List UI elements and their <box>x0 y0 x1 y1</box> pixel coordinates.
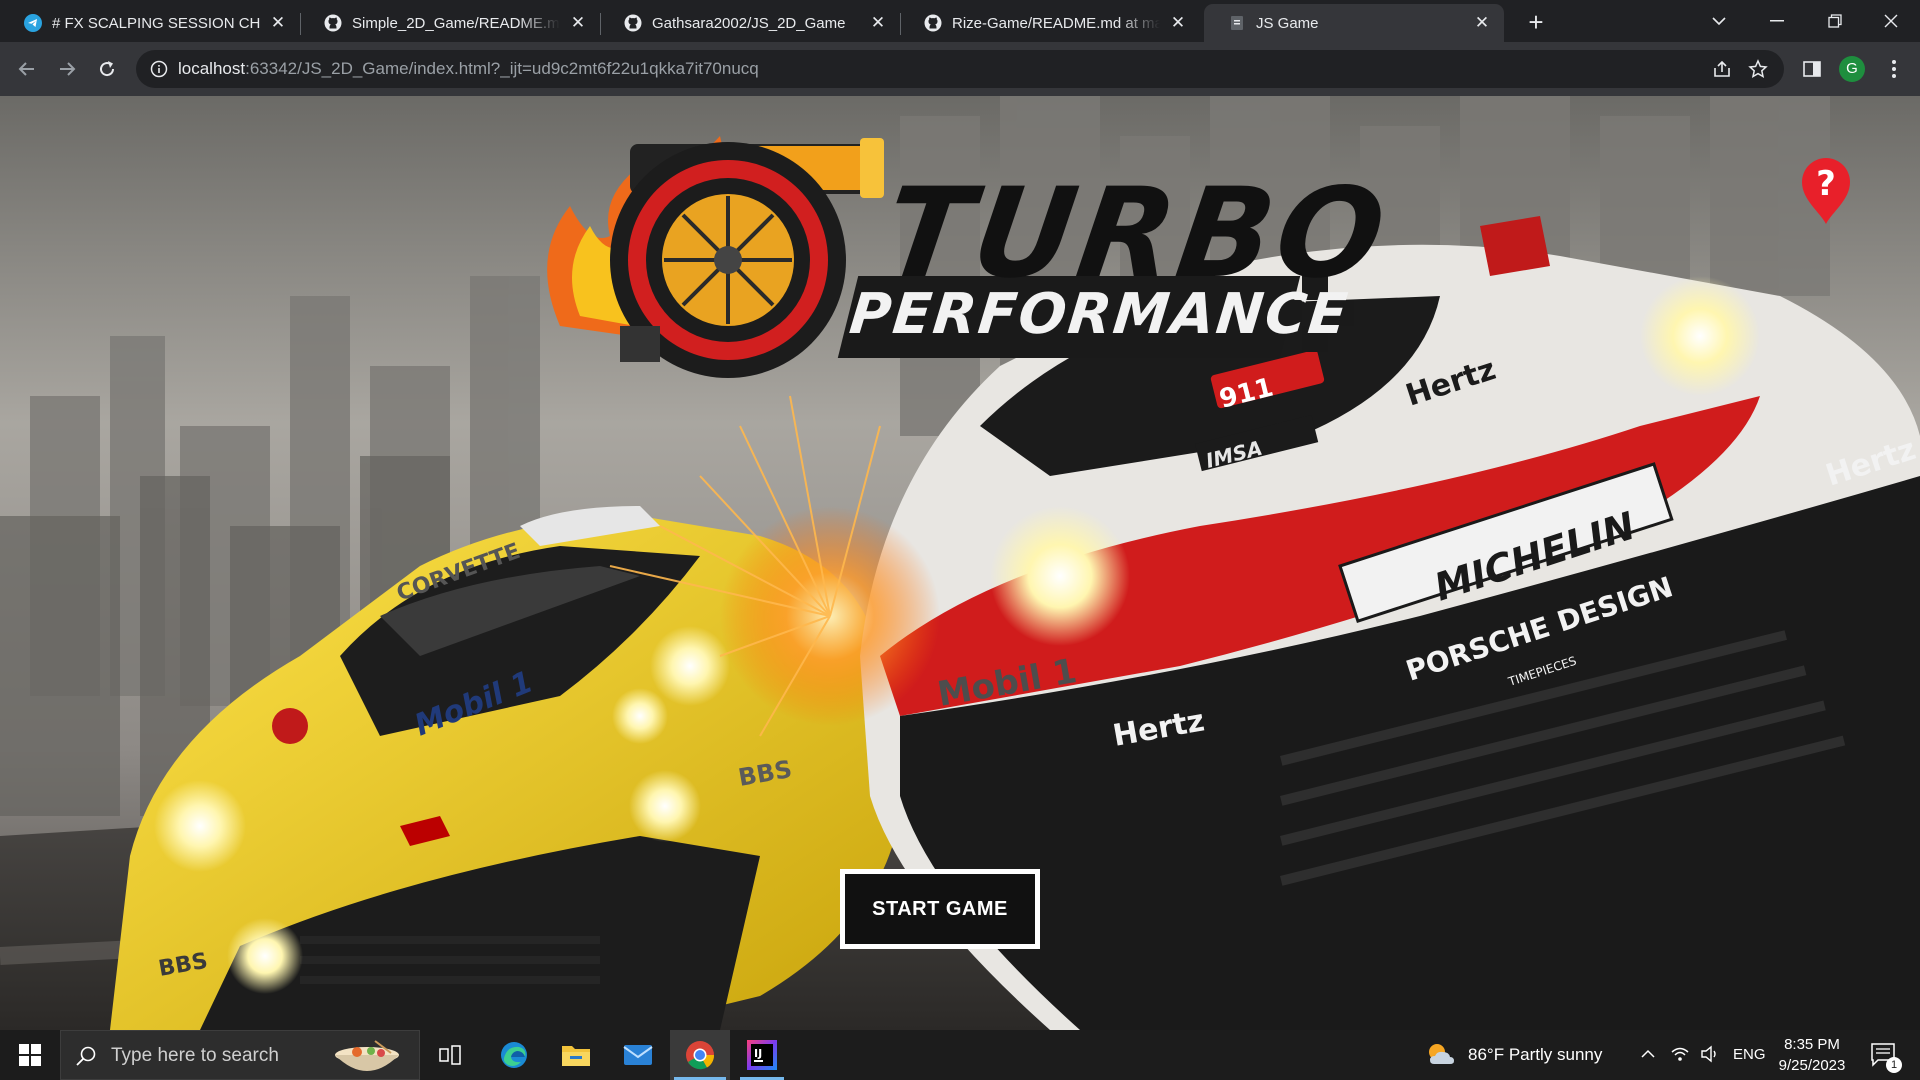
site-info-icon[interactable] <box>150 60 168 78</box>
url-path: :63342/JS_2D_Game/index.html?_ijt=ud9c2m… <box>245 59 759 78</box>
windows-taskbar: Type here to search IJ 86°F Partly sunny… <box>0 1030 1920 1080</box>
tab-rize-game-readme[interactable]: Rize-Game/README.md at mast ✕ <box>900 4 1200 42</box>
file-explorer-icon[interactable] <box>546 1030 606 1080</box>
clock-time: 8:35 PM <box>1784 1036 1840 1053</box>
mail-icon[interactable] <box>608 1030 668 1080</box>
telegram-icon <box>24 14 42 32</box>
tab-gathsara-js-2d-game[interactable]: Gathsara2002/JS_2D_Game ✕ <box>600 4 900 42</box>
intellij-icon[interactable]: IJ <box>732 1030 792 1080</box>
question-mark-pin-icon[interactable]: ? <box>1798 156 1854 226</box>
bookmark-star-icon[interactable] <box>1748 59 1768 79</box>
logo-title-performance: PERFORMANCE <box>846 282 1353 347</box>
input-language[interactable]: ENG <box>1733 1046 1766 1063</box>
start-game-button[interactable]: START GAME <box>840 869 1040 949</box>
weather-partly-sunny-icon[interactable] <box>1426 1042 1456 1068</box>
forward-icon[interactable] <box>52 54 82 84</box>
github-icon <box>624 14 642 32</box>
tab-title: JS Game <box>1256 14 1319 32</box>
tab-search-chevron-icon[interactable] <box>1690 0 1748 42</box>
profile-avatar[interactable]: G <box>1839 56 1865 82</box>
wifi-icon[interactable] <box>1670 1044 1690 1069</box>
taskbar-clock[interactable]: 8:35 PM 9/25/2023 <box>1762 1034 1862 1076</box>
weather-text[interactable]: 86°F Partly sunny <box>1468 1045 1602 1065</box>
close-tab-icon[interactable]: ✕ <box>868 13 888 33</box>
edge-icon[interactable] <box>484 1030 544 1080</box>
tray-chevron-up-icon[interactable] <box>1640 1046 1656 1067</box>
search-icon <box>75 1045 97 1067</box>
side-panel-icon[interactable] <box>1800 57 1824 81</box>
tab-simple-2d-game-readme[interactable]: Simple_2D_Game/README.md at ✕ <box>300 4 600 42</box>
close-tab-icon[interactable]: ✕ <box>1168 13 1188 33</box>
tab-fx-scalping[interactable]: # FX SCALPING SESSION CHAT ✕ <box>0 4 300 42</box>
search-highlight-bowl-icon <box>331 1037 403 1075</box>
speaker-icon[interactable] <box>1700 1044 1720 1069</box>
tab-title: # FX SCALPING SESSION CHAT <box>52 14 260 32</box>
task-view-icon[interactable] <box>420 1030 480 1080</box>
game-viewport[interactable]: Mobil 1 CORVETTE BBS BBS 911 IMSA Hertz … <box>0 96 1920 1030</box>
search-placeholder: Type here to search <box>111 1045 279 1066</box>
minimize-icon[interactable] <box>1748 0 1806 42</box>
page-icon <box>1228 14 1246 32</box>
close-tab-icon[interactable]: ✕ <box>1472 13 1492 33</box>
url-text: localhost:63342/JS_2D_Game/index.html?_i… <box>178 59 759 79</box>
svg-text:?: ? <box>1816 164 1836 204</box>
reload-icon[interactable] <box>92 54 122 84</box>
taskbar-search-box[interactable]: Type here to search <box>60 1030 420 1080</box>
tab-title: Simple_2D_Game/README.md at <box>352 14 560 32</box>
windows-start-icon[interactable] <box>0 1030 60 1080</box>
address-bar[interactable]: localhost:63342/JS_2D_Game/index.html?_i… <box>136 50 1784 88</box>
close-window-icon[interactable] <box>1862 0 1920 42</box>
restore-icon[interactable] <box>1806 0 1864 42</box>
close-tab-icon[interactable]: ✕ <box>268 13 288 33</box>
clock-date: 9/25/2023 <box>1778 1057 1846 1074</box>
svg-text:IJ: IJ <box>754 1047 762 1060</box>
url-host: localhost <box>178 59 246 78</box>
tab-title: Rize-Game/README.md at mast <box>952 14 1160 32</box>
browser-tab-strip: # FX SCALPING SESSION CHAT ✕ Simple_2D_G… <box>0 0 1920 42</box>
github-icon <box>924 14 942 32</box>
browser-toolbar: localhost:63342/JS_2D_Game/index.html?_i… <box>0 42 1920 96</box>
close-tab-icon[interactable]: ✕ <box>568 13 588 33</box>
kebab-menu-icon[interactable] <box>1882 57 1906 81</box>
tab-js-game[interactable]: JS Game ✕ <box>1204 4 1504 42</box>
back-icon[interactable] <box>12 54 42 84</box>
share-icon[interactable] <box>1712 59 1732 79</box>
github-icon <box>324 14 342 32</box>
new-tab-button[interactable]: + <box>1522 8 1550 36</box>
tab-title: Gathsara2002/JS_2D_Game <box>652 14 846 32</box>
chrome-icon[interactable] <box>670 1030 730 1080</box>
notification-count-badge: 1 <box>1886 1057 1902 1073</box>
